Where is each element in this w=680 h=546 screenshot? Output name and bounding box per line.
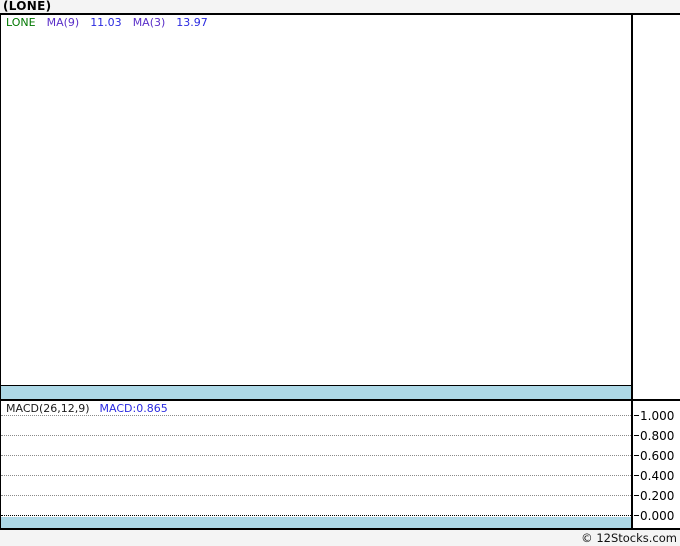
ma3-label: MA(3) xyxy=(132,16,166,29)
y-axis-tick xyxy=(634,515,639,516)
macd-panel: MACD(26,12,9) MACD:0.865 xyxy=(1,401,631,528)
footer-credit: © 12Stocks.com xyxy=(581,531,677,545)
y-axis-tick xyxy=(634,455,639,456)
gridline xyxy=(1,455,631,456)
gridline xyxy=(1,435,631,436)
ma9-value: 11.03 xyxy=(90,16,122,29)
macd-indicator-row: MACD(26,12,9) MACD:0.865 xyxy=(6,403,168,415)
y-axis-tick-label: 0.800 xyxy=(640,429,675,443)
gridline xyxy=(1,495,631,496)
symbol-label: LONE xyxy=(6,16,36,29)
y-axis-tick xyxy=(634,435,639,436)
ma3-value: 13.97 xyxy=(176,16,208,29)
y-axis-tick xyxy=(634,475,639,476)
zero-gridline xyxy=(1,515,631,516)
gridline xyxy=(1,415,631,416)
y-axis-tick xyxy=(634,495,639,496)
header-band: (LONE) xyxy=(0,0,680,13)
y-axis-tick-label: 0.000 xyxy=(640,509,675,523)
separator-band-bottom xyxy=(1,517,631,528)
y-axis-tick-label: 0.200 xyxy=(640,489,675,503)
stock-chart-screen: (LONE) LONE MA(9) 11.03 MA(3) 13.97 MACD… xyxy=(0,0,680,546)
ma9-label: MA(9) xyxy=(46,16,80,29)
macd-value: MACD:0.865 xyxy=(99,402,168,415)
y-axis-tick-label: 0.400 xyxy=(640,469,675,483)
indicator-row: LONE MA(9) 11.03 MA(3) 13.97 xyxy=(6,17,208,29)
y-axis-tick-label: 0.600 xyxy=(640,449,675,463)
y-axis-tick-label: 1.000 xyxy=(640,409,675,423)
page-title: (LONE) xyxy=(3,0,52,13)
footer-band: © 12Stocks.com xyxy=(0,530,680,546)
price-chart-panel: LONE MA(9) 11.03 MA(3) 13.97 xyxy=(1,15,631,385)
gridline xyxy=(1,475,631,476)
y-axis-line xyxy=(631,15,633,528)
macd-label: MACD(26,12,9) xyxy=(6,402,90,415)
separator-band-top xyxy=(1,386,631,399)
y-axis-tick xyxy=(634,415,639,416)
